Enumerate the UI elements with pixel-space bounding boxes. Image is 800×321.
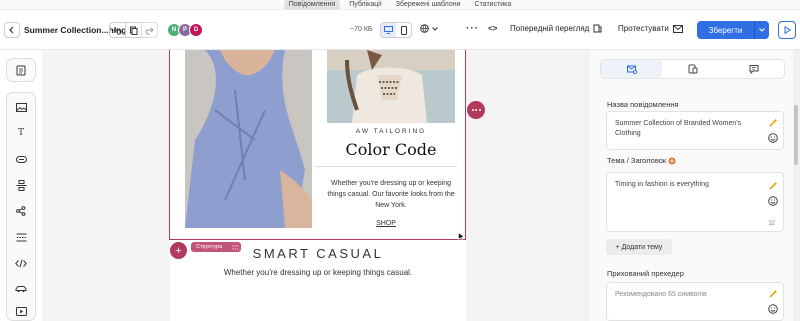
image-icon: [15, 102, 27, 112]
subject-value: Timing in fashion is everything: [615, 181, 709, 188]
character-counter: 32: [768, 221, 775, 227]
language-dropdown[interactable]: [420, 24, 438, 33]
button-icon: [15, 155, 27, 163]
tab-publications[interactable]: Публікації: [344, 0, 387, 10]
tab-display-conditions[interactable]: [662, 60, 723, 78]
text-icon: T: [17, 128, 24, 138]
envelope-settings-icon: [626, 65, 637, 74]
editor-toolbar: Summer Collection...hing N P D ~70 КБ ··…: [0, 10, 800, 50]
chevron-left-icon: [9, 26, 14, 34]
panel-scrollbar[interactable]: [793, 50, 800, 321]
divider-block[interactable]: [7, 175, 35, 195]
tool-sidebar: T: [0, 50, 42, 321]
preview-icon: [593, 24, 602, 33]
devices-icon: [688, 64, 697, 74]
panel-scrollbar-thumb[interactable]: [794, 105, 798, 165]
text-block[interactable]: T: [7, 123, 35, 143]
layers-button[interactable]: [6, 58, 36, 82]
code-view-button[interactable]: <>: [488, 24, 497, 33]
dot: [475, 109, 477, 111]
mobile-icon: [400, 25, 407, 35]
divider-icon: [16, 179, 26, 191]
mobile-view-button[interactable]: [396, 23, 411, 37]
desktop-view-button[interactable]: [381, 23, 396, 37]
save-button-group: Зберегти: [697, 21, 769, 39]
chevron-down-icon: [432, 26, 438, 31]
message-name-value: Summer Collection of Branded Women's Clo…: [615, 120, 742, 137]
dot: [478, 109, 481, 111]
image-block[interactable]: [7, 97, 35, 117]
content-blocks: T: [6, 92, 36, 321]
target-icon[interactable]: [668, 157, 676, 165]
ai-wand-icon[interactable]: [769, 181, 778, 190]
preview-label: Попередній перегляд: [510, 24, 590, 33]
test-label: Протестувати: [618, 24, 669, 33]
emoji-icon[interactable]: [768, 196, 778, 206]
video-icon: [15, 306, 27, 316]
preview-button[interactable]: Попередній перегляд: [510, 24, 602, 33]
test-button[interactable]: Протестувати: [618, 24, 683, 33]
layers-icon: [16, 65, 26, 75]
emoji-icon[interactable]: [768, 304, 778, 314]
preheader-label: Прихований прехедер: [607, 269, 684, 278]
preheader-placeholder: Рекомендовано 65 символів: [615, 291, 707, 298]
subject-field[interactable]: Timing in fashion is everything 32: [606, 172, 784, 232]
save-options-button[interactable]: [755, 21, 769, 39]
undo-button[interactable]: [109, 22, 126, 38]
mail-icon: [672, 24, 683, 33]
selected-structure-outline: [169, 50, 466, 240]
ai-wand-icon[interactable]: [769, 118, 778, 127]
ai-wand-icon[interactable]: [769, 289, 778, 298]
panel-tabs: [600, 59, 785, 79]
emoji-icon[interactable]: [768, 133, 778, 143]
subject-label: Тема / Заголовок: [607, 156, 667, 165]
save-button[interactable]: Зберегти: [697, 21, 755, 39]
comment-icon: [749, 65, 758, 74]
button-block[interactable]: [7, 149, 35, 169]
device-toggle: [380, 22, 412, 38]
tab-statistics[interactable]: Статистика: [470, 0, 517, 10]
desktop-icon: [384, 26, 393, 34]
globe-icon: [420, 24, 429, 33]
avatar[interactable]: D: [189, 23, 203, 37]
html-block[interactable]: [7, 253, 35, 273]
history-controls: [109, 22, 158, 38]
car-icon: [15, 286, 27, 293]
section-subtitle: Whether you're dressing up or keeping th…: [223, 268, 413, 277]
dot: [471, 109, 474, 111]
preheader-field[interactable]: Рекомендовано 65 символів: [606, 282, 784, 321]
social-block[interactable]: [7, 201, 35, 221]
product-block[interactable]: [7, 279, 35, 299]
code-icon: [15, 259, 27, 267]
section-title: SMART CASUAL: [252, 246, 384, 261]
top-tab-bar: Повідомлення Публікації Збережені шаблон…: [0, 0, 800, 10]
more-options-button[interactable]: ···: [466, 23, 479, 34]
undo-icon: [113, 27, 122, 34]
spacer-icon: [16, 233, 26, 241]
play-icon: [784, 26, 791, 34]
add-subject-button[interactable]: + Додати тему: [606, 239, 672, 255]
copy-icon: [130, 26, 138, 35]
back-button[interactable]: [4, 22, 20, 38]
chevron-down-icon: [759, 28, 765, 32]
tab-message-settings[interactable]: [601, 60, 662, 78]
copy-button[interactable]: [125, 22, 142, 38]
send-button[interactable]: [778, 21, 796, 39]
video-block[interactable]: [7, 301, 35, 321]
share-icon: [16, 206, 26, 216]
tab-saved-templates[interactable]: Збережені шаблони: [391, 0, 466, 10]
tab-comments[interactable]: [723, 60, 784, 78]
redo-icon: [145, 27, 154, 34]
tab-messages[interactable]: Повідомлення: [283, 0, 341, 10]
collaborator-avatars: N P D: [167, 23, 203, 37]
message-name-field[interactable]: Summer Collection of Branded Women's Clo…: [606, 111, 784, 150]
mouse-cursor-icon: [458, 232, 465, 241]
message-size: ~70 КБ: [350, 26, 373, 33]
message-name-label: Назва повідомлення: [607, 100, 679, 109]
redo-button[interactable]: [141, 22, 158, 38]
block-options-button[interactable]: [467, 101, 485, 119]
spacer-block[interactable]: [7, 227, 35, 247]
